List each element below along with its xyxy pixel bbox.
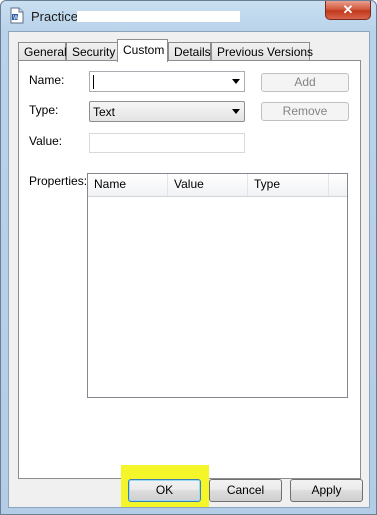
column-header-type[interactable]: Type xyxy=(248,174,329,196)
type-dropdown[interactable]: Text xyxy=(89,101,245,122)
value-field[interactable] xyxy=(89,133,245,153)
dialog-client-area: General Security Custom Details Previous… xyxy=(8,31,370,508)
apply-button[interactable]: Apply xyxy=(290,479,363,502)
column-header-value[interactable]: Value xyxy=(168,174,248,196)
name-label: Name: xyxy=(29,73,65,87)
tab-security[interactable]: Security xyxy=(66,42,119,61)
type-label: Type: xyxy=(29,103,59,117)
properties-list[interactable]: Name Value Type xyxy=(87,173,348,398)
properties-list-header: Name Value Type xyxy=(88,174,347,197)
document-icon: W xyxy=(10,7,24,24)
text-caret xyxy=(93,75,94,89)
window-title: Practice xyxy=(31,9,78,24)
ok-button[interactable]: OK xyxy=(128,479,201,502)
column-header-name[interactable]: Name xyxy=(88,174,168,196)
properties-label: Properties: xyxy=(29,174,88,188)
close-button[interactable]: ✕ xyxy=(325,1,371,20)
svg-text:W: W xyxy=(13,15,19,22)
name-combobox[interactable] xyxy=(89,71,245,92)
tab-custom[interactable]: Custom xyxy=(117,39,168,62)
tab-previous-versions[interactable]: Previous Versions xyxy=(211,42,313,61)
cancel-button[interactable]: Cancel xyxy=(209,479,282,502)
redacted-title-text xyxy=(77,11,240,22)
close-icon: ✕ xyxy=(342,2,354,17)
chevron-down-icon[interactable] xyxy=(232,109,240,114)
properties-dialog: W Practice ✕ General Security Custom Det… xyxy=(0,0,377,515)
add-button[interactable]: Add xyxy=(261,73,349,92)
type-value: Text xyxy=(93,105,116,119)
chevron-down-icon[interactable] xyxy=(232,79,240,84)
title-bar[interactable]: W Practice ✕ xyxy=(1,1,376,31)
value-label: Value: xyxy=(29,134,63,148)
remove-button[interactable]: Remove xyxy=(261,102,349,121)
tab-general[interactable]: General xyxy=(18,42,67,61)
tab-details[interactable]: Details xyxy=(168,42,211,61)
